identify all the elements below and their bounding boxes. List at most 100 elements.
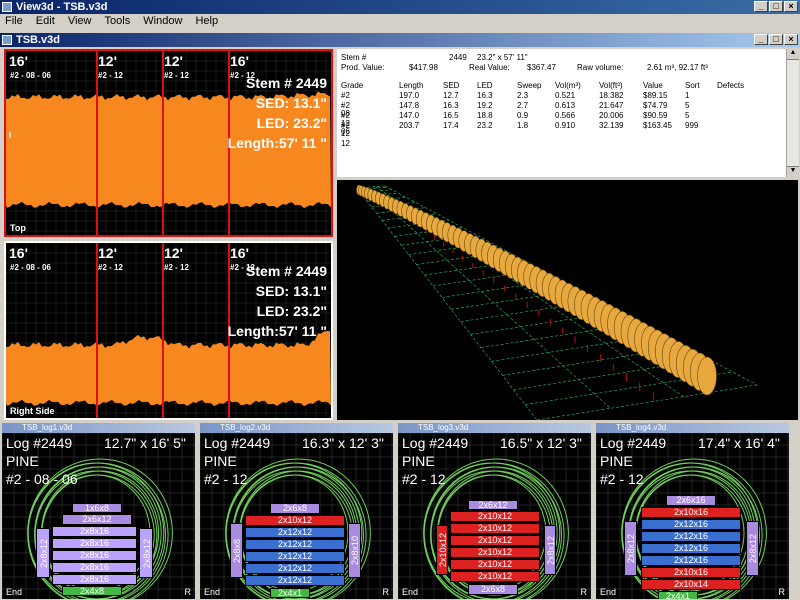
prod-value: $417.98 xyxy=(409,63,438,72)
side-sed-value: SED: 13.1" xyxy=(255,283,327,299)
log-corner-left: End xyxy=(402,587,419,597)
lumber-board[interactable]: 2x8x16 xyxy=(52,538,137,549)
table-cell: $90.59 xyxy=(643,111,668,120)
lumber-board[interactable]: 2x12x16 xyxy=(641,531,741,542)
lumber-board[interactable]: 2x12x12 xyxy=(245,539,345,550)
table-cell: 0.910 xyxy=(555,121,576,130)
3d-stem-view[interactable] xyxy=(337,180,798,420)
lumber-board[interactable]: 2x10x12 xyxy=(436,525,448,575)
lumber-board[interactable]: 2x8x8 xyxy=(230,523,243,578)
seg4-length: 16' xyxy=(230,53,249,69)
lumber-board[interactable]: 2x12x12 xyxy=(245,527,345,538)
log-window[interactable]: TSB_log3.v3d Log #2449 16.5" x 12' 3" PI… xyxy=(398,423,591,599)
document-titlebar: TSB.v3d _ □ × xyxy=(0,33,800,47)
lumber-board[interactable]: 1x6x8 xyxy=(72,503,122,513)
doc-restore-button[interactable]: □ xyxy=(769,34,783,45)
stem-info-top: Stem # 2449 SED: 13.1" LED: 23.2" Length… xyxy=(228,73,327,153)
lumber-board[interactable]: 2x4x1 xyxy=(270,588,310,598)
lumber-board[interactable]: 2x8x12 xyxy=(624,521,637,576)
lumber-board[interactable]: 2x12x16 xyxy=(641,519,741,530)
lumber-board[interactable]: 2x8x12 xyxy=(544,525,556,575)
lumber-board[interactable]: 2x12x12 xyxy=(245,575,345,586)
lumber-board[interactable]: 2x6x12 xyxy=(62,514,132,525)
lumber-board[interactable]: 2x12x16 xyxy=(641,543,741,554)
scroll-down-arrow[interactable]: ▼ xyxy=(787,166,799,177)
column-header: Sort xyxy=(685,81,700,90)
log-window[interactable]: TSB_log2.v3d Log #2449 16.3" x 12' 3" PI… xyxy=(200,423,393,599)
table-cell: #2 - 12 xyxy=(341,121,350,148)
lumber-board[interactable]: 2x6x16 xyxy=(666,495,716,506)
minimize-button[interactable]: _ xyxy=(754,1,768,12)
scroll-up-arrow[interactable]: ▲ xyxy=(787,49,799,60)
menu-window[interactable]: Window xyxy=(138,15,187,27)
menu-view[interactable]: View xyxy=(63,15,97,27)
app-icon xyxy=(2,2,12,12)
menu-edit[interactable]: Edit xyxy=(31,15,60,27)
lumber-board[interactable]: 2x6x8 xyxy=(270,503,320,514)
log-dims: 12.7" x 16' 5" xyxy=(104,435,186,451)
log-number: Log #2449 xyxy=(402,435,469,451)
column-header: Length xyxy=(399,81,424,90)
table-cell: 16.5 xyxy=(443,111,459,120)
top-axis-label: I xyxy=(9,131,12,140)
side-seg3-grade: #2 - 12 xyxy=(164,263,189,272)
lumber-board[interactable]: 2x8x12 xyxy=(746,521,759,576)
lumber-board[interactable]: 2x4x8 xyxy=(62,586,122,596)
info-scrollbar[interactable]: ▲ ▼ xyxy=(786,49,799,177)
lumber-board[interactable]: 2x8x16 xyxy=(52,526,137,537)
lumber-board[interactable]: 2x8x16 xyxy=(52,574,137,585)
lumber-board[interactable]: 2x4x1 xyxy=(658,591,698,599)
table-cell: 2.7 xyxy=(517,101,529,110)
lumber-board[interactable]: 2x10x12 xyxy=(450,523,540,534)
lumber-board[interactable]: 2x10x12 xyxy=(450,547,540,558)
lumber-board[interactable]: 2x8x12 xyxy=(36,528,50,578)
seg3-grade: #2 - 12 xyxy=(164,71,189,80)
seg1-grade: #2 - 08 - 06 xyxy=(10,71,51,80)
lumber-board[interactable]: 2x10x14 xyxy=(641,579,741,590)
prod-value-label: Prod. Value: xyxy=(341,63,385,72)
menu-tools[interactable]: Tools xyxy=(100,15,136,27)
log-window-title: TSB_log2.v3d xyxy=(220,423,271,432)
stem-label: Stem # xyxy=(341,53,367,62)
table-cell: 1.8 xyxy=(517,121,529,130)
side-seg4-length: 16' xyxy=(230,245,249,261)
log-window[interactable]: TSB_log4.v3d Log #2449 17.4" x 16' 4" PI… xyxy=(596,423,789,599)
lumber-board[interactable]: 2x10x12 xyxy=(450,535,540,546)
lumber-board[interactable]: 2x10x12 xyxy=(245,515,345,526)
log-corner-right: R xyxy=(580,587,588,597)
doc-minimize-button[interactable]: _ xyxy=(754,34,768,45)
menu-help[interactable]: Help xyxy=(190,15,223,27)
lumber-board[interactable]: 2x12x12 xyxy=(245,551,345,562)
lumber-board[interactable]: 2x8x12 xyxy=(139,528,153,578)
column-header: Defects xyxy=(717,81,745,90)
lumber-board[interactable]: 2x10x12 xyxy=(450,571,540,582)
log-dims: 16.3" x 12' 3" xyxy=(302,435,384,451)
side-length-value: Length:57' 11 " xyxy=(227,323,327,339)
menu-file[interactable]: File xyxy=(0,15,28,27)
log-grade: #2 - 12 xyxy=(600,471,644,487)
lumber-board[interactable]: 2x8x16 xyxy=(52,550,137,561)
doc-close-button[interactable]: × xyxy=(784,34,798,45)
table-cell: 147.0 xyxy=(399,111,420,120)
real-value: $367.47 xyxy=(527,63,556,72)
lumber-board[interactable]: 2x12x12 xyxy=(245,563,345,574)
lumber-board[interactable]: 2x8x10 xyxy=(348,523,361,578)
lumber-board[interactable]: 2x10x16 xyxy=(641,507,741,518)
lumber-board[interactable]: 2x10x12 xyxy=(450,559,540,570)
close-button[interactable]: × xyxy=(784,1,798,12)
lumber-board[interactable]: 2x8x16 xyxy=(52,562,137,573)
lumber-board[interactable]: 2x6x8 xyxy=(468,584,518,595)
table-cell: 12.7 xyxy=(443,91,459,100)
lumber-board[interactable]: 2x10x12 xyxy=(450,511,540,522)
log-window-titlebar: TSB_log2.v3d xyxy=(200,423,393,433)
maximize-button[interactable]: □ xyxy=(769,1,783,12)
lumber-board[interactable]: 2x12x16 xyxy=(641,555,741,566)
log-window[interactable]: TSB_log1.v3d Log #2449 12.7" x 16' 5" PI… xyxy=(2,423,195,599)
lumber-board[interactable]: 2x6x12 xyxy=(468,500,518,510)
seg3-length: 12' xyxy=(164,53,183,69)
table-cell: 0.9 xyxy=(517,111,529,120)
lumber-board[interactable]: 2x10x16 xyxy=(641,567,741,578)
table-cell: 999 xyxy=(685,121,699,130)
table-cell: $89.15 xyxy=(643,91,668,100)
log-dims: 16.5" x 12' 3" xyxy=(500,435,582,451)
